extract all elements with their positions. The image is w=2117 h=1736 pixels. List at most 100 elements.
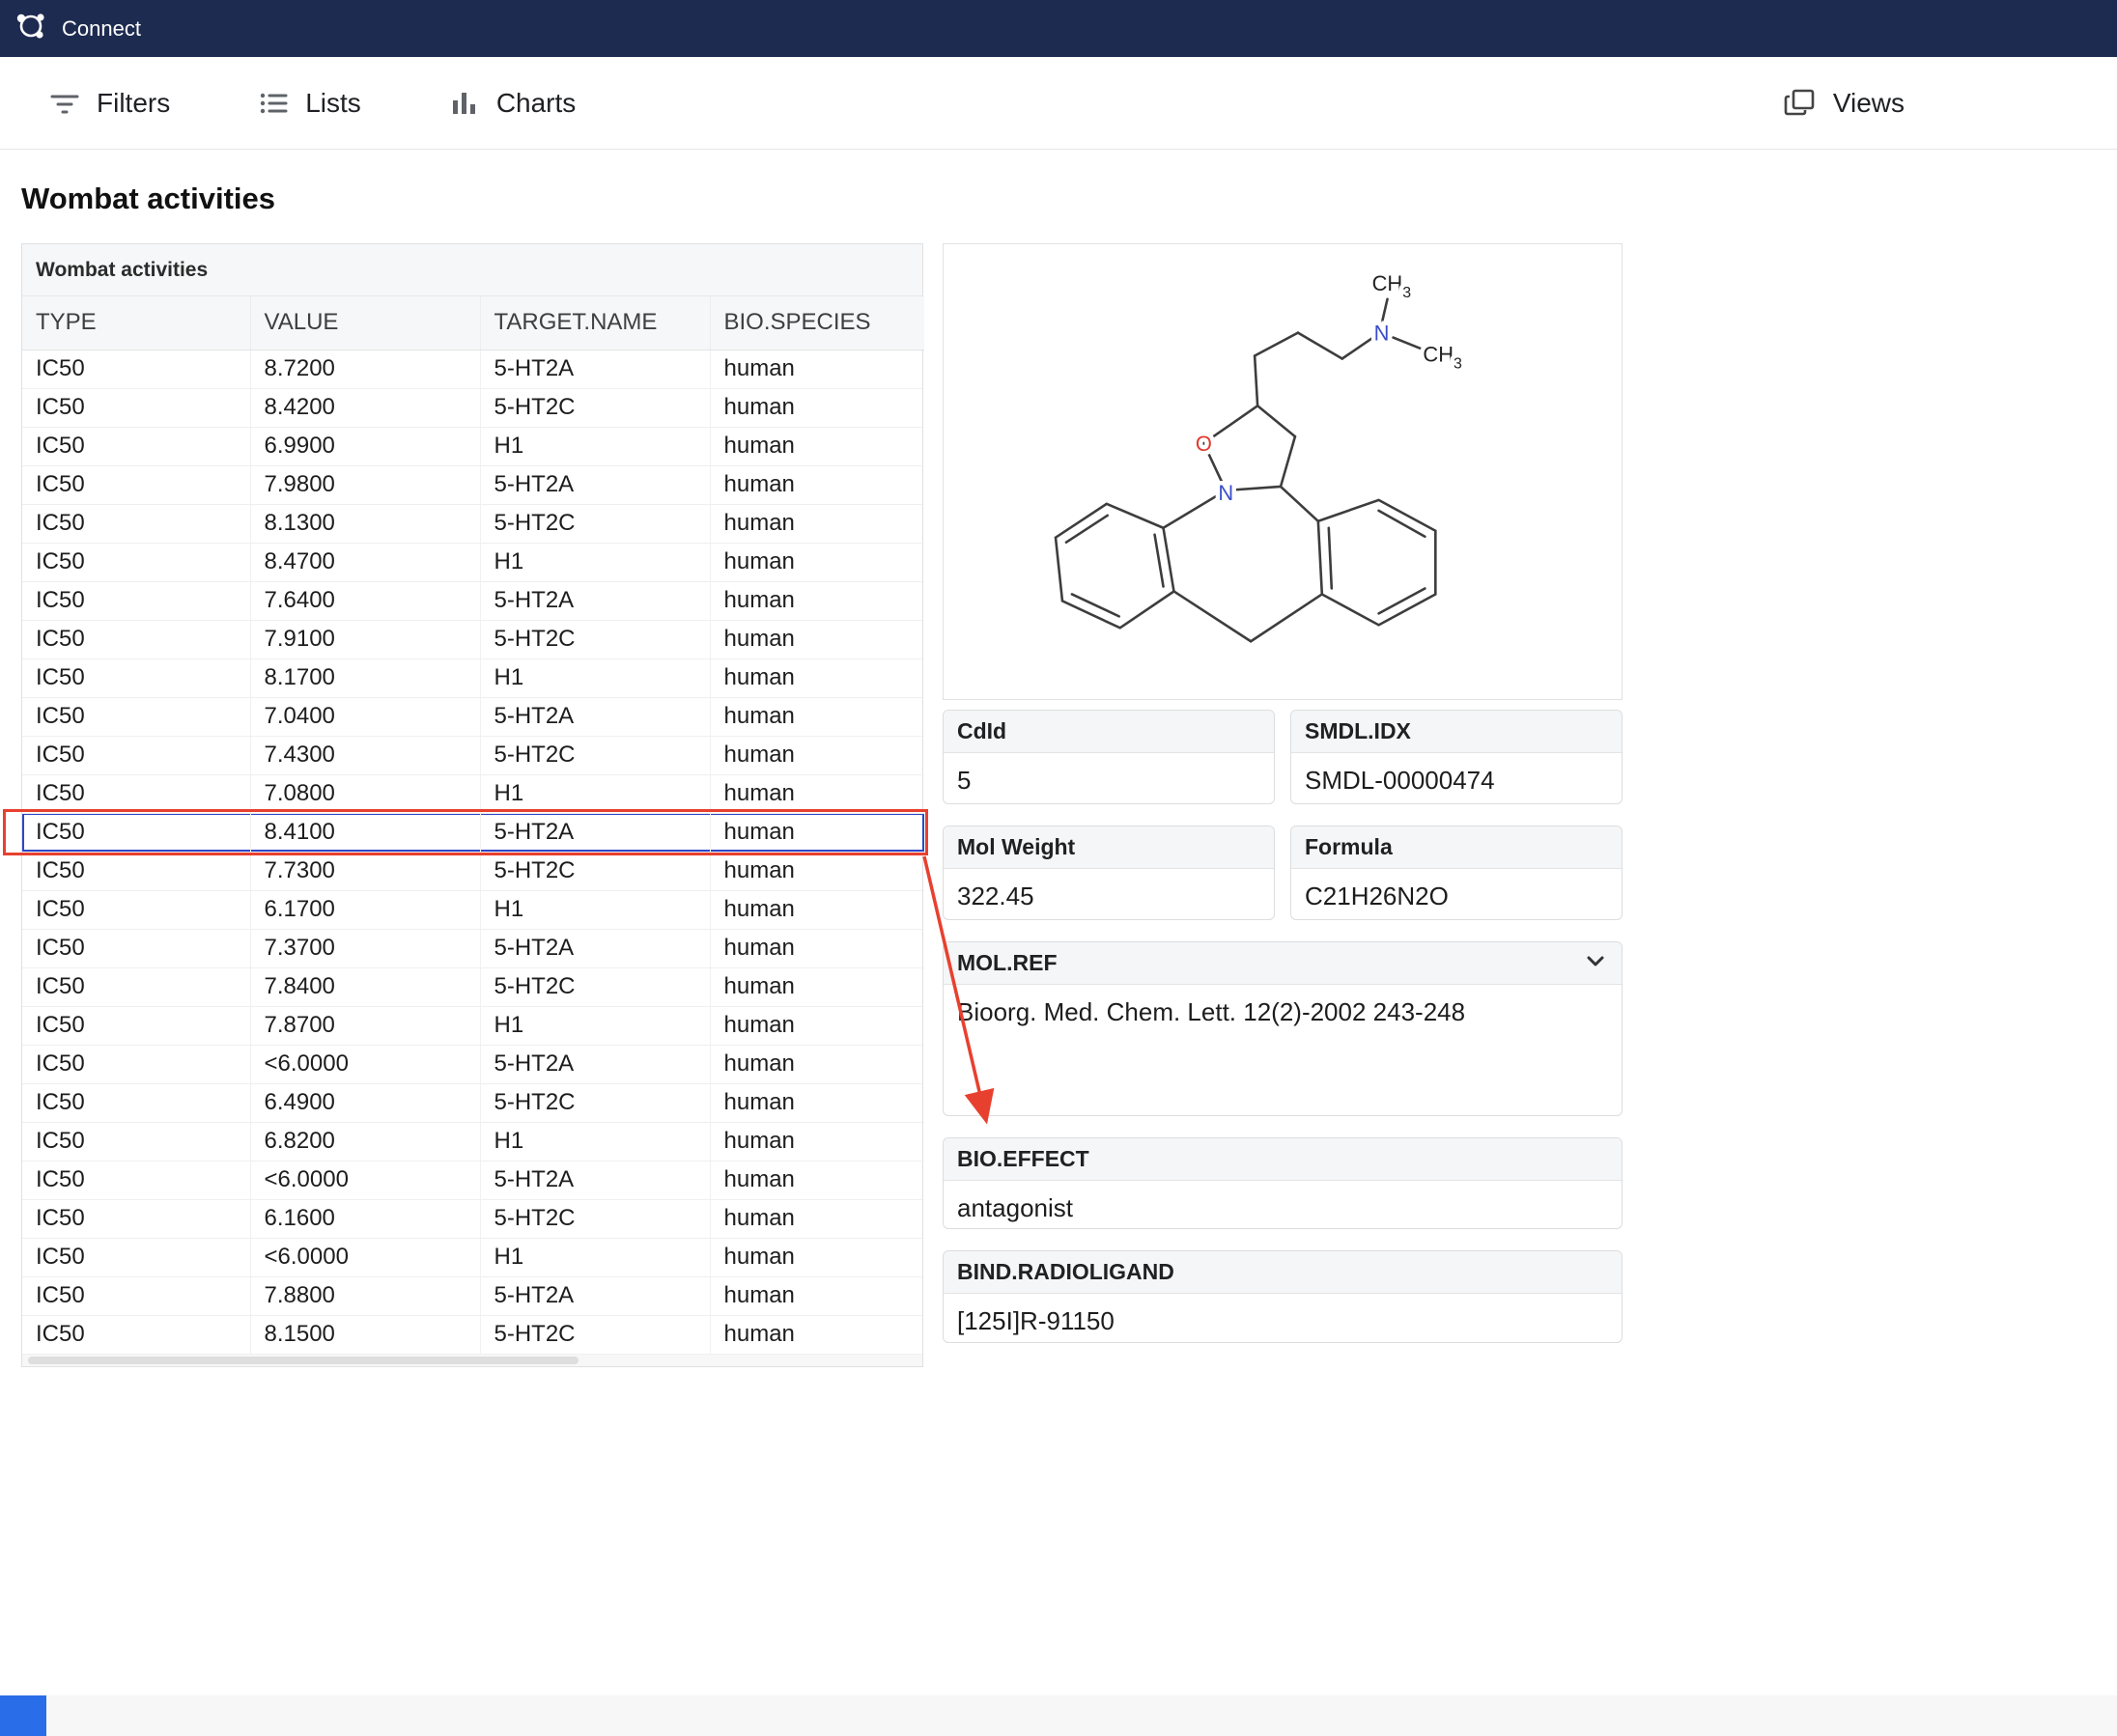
table-row[interactable]: IC50 8.4700 H1 human <box>22 543 924 582</box>
table-row[interactable]: IC50 8.1300 5-HT2C human <box>22 504 924 544</box>
column-header-bio-species[interactable]: BIO.SPECIES <box>710 296 924 350</box>
table-row[interactable]: IC50 6.8200 H1 human <box>22 1122 924 1162</box>
table-row[interactable]: IC50 6.1600 5-HT2C human <box>22 1199 924 1239</box>
table-cell: 6.1600 <box>250 1199 481 1239</box>
table-cell: IC50 <box>22 427 251 466</box>
table-cell: 5-HT2C <box>480 620 711 659</box>
column-header-type[interactable]: TYPE <box>22 296 251 350</box>
table-row[interactable]: IC50 7.9100 5-HT2C human <box>22 620 924 659</box>
compound-details-panel: O N N CH3 CH3 CdId 5 SMDL.IDX SMDL-00000… <box>943 243 1623 1343</box>
table-row[interactable]: IC50 7.8400 5-HT2C human <box>22 967 924 1007</box>
table-cell: IC50 <box>22 658 251 698</box>
column-header-value[interactable]: VALUE <box>250 296 481 350</box>
table-row[interactable]: IC50 7.4300 5-HT2C human <box>22 736 924 775</box>
table-cell: human <box>710 427 924 466</box>
table-cell: IC50 <box>22 620 251 659</box>
table-cell: 5-HT2C <box>480 1083 711 1123</box>
toolbar-right-group: Views <box>1783 86 1905 121</box>
table-cell: 5-HT2A <box>480 929 711 968</box>
table-row[interactable]: IC50 7.3700 5-HT2A human <box>22 929 924 968</box>
table-row[interactable]: IC50 7.8700 H1 human <box>22 1006 924 1046</box>
mol-weight-label: Mol Weight <box>957 834 1076 859</box>
table-row[interactable]: IC50 8.4100 5-HT2A human <box>22 813 924 853</box>
table-cell: IC50 <box>22 1238 251 1277</box>
table-cell: IC50 <box>22 350 251 389</box>
table-cell: 5-HT2A <box>480 1161 711 1200</box>
table-cell: IC50 <box>22 774 251 814</box>
views-button[interactable]: Views <box>1783 86 1905 121</box>
table-row[interactable]: IC50 7.9800 5-HT2A human <box>22 465 924 505</box>
table-cell: IC50 <box>22 543 251 582</box>
table-row[interactable]: IC50 7.8800 5-HT2A human <box>22 1276 924 1316</box>
table-cell: IC50 <box>22 813 251 853</box>
mol-weight-value: 322.45 <box>957 882 1034 910</box>
field-smdl-idx: SMDL.IDX SMDL-00000474 <box>1290 710 1623 804</box>
table-row[interactable]: IC50 8.4200 5-HT2C human <box>22 388 924 428</box>
table-cell: IC50 <box>22 1045 251 1084</box>
horizontal-scrollbar[interactable] <box>22 1354 922 1366</box>
table-cell: human <box>710 929 924 968</box>
field-mol-weight: Mol Weight 322.45 <box>943 826 1275 920</box>
bio-effect-label: BIO.EFFECT <box>957 1146 1089 1171</box>
table-cell: 7.3700 <box>250 929 481 968</box>
table-cell: human <box>710 1238 924 1277</box>
main-content: Wombat activities TYPE VALUE TARGET.NAME BI… <box>0 243 2117 1367</box>
table-row[interactable]: IC50 7.7300 5-HT2C human <box>22 852 924 891</box>
field-formula: Formula C21H26N2O <box>1290 826 1623 920</box>
table-cell: IC50 <box>22 465 251 505</box>
table-cell: 5-HT2A <box>480 1276 711 1316</box>
table-cell: 8.4100 <box>250 813 481 853</box>
table-cell: human <box>710 967 924 1007</box>
table-row[interactable]: IC50 7.6400 5-HT2A human <box>22 581 924 621</box>
table-row[interactable]: IC50 8.7200 5-HT2A human <box>22 350 924 389</box>
toolbar: Filters Lists Charts Views <box>0 57 2117 150</box>
mol-ref-expand-button[interactable] <box>1583 949 1608 977</box>
table-cell: 6.8200 <box>250 1122 481 1162</box>
table-row[interactable]: IC50 7.0800 H1 human <box>22 774 924 814</box>
table-row[interactable]: IC50 <6.0000 5-HT2A human <box>22 1161 924 1200</box>
table-cell: 6.9900 <box>250 427 481 466</box>
table-cell: human <box>710 813 924 853</box>
table-cell: IC50 <box>22 967 251 1007</box>
filter-icon <box>48 87 81 120</box>
column-header-target-name[interactable]: TARGET.NAME <box>480 296 711 350</box>
field-cdid: CdId 5 <box>943 710 1275 804</box>
footer-accent-square <box>0 1695 46 1736</box>
table-cell: 5-HT2A <box>480 465 711 505</box>
table-cell: 7.8800 <box>250 1276 481 1316</box>
table-row[interactable]: IC50 7.0400 5-HT2A human <box>22 697 924 737</box>
table-row[interactable]: IC50 6.9900 H1 human <box>22 427 924 466</box>
filters-button[interactable]: Filters <box>48 87 170 120</box>
table-cell: <6.0000 <box>250 1045 481 1084</box>
table-cell: 5-HT2A <box>480 581 711 621</box>
table-cell: IC50 <box>22 1276 251 1316</box>
table-cell: 7.6400 <box>250 581 481 621</box>
table-cell: human <box>710 1045 924 1084</box>
table-row[interactable]: IC50 <6.0000 H1 human <box>22 1238 924 1277</box>
charts-button[interactable]: Charts <box>448 87 576 120</box>
table-cell: 5-HT2A <box>480 350 711 389</box>
table-cell: 7.7300 <box>250 852 481 891</box>
lists-button[interactable]: Lists <box>257 87 361 120</box>
table-cell: 7.9800 <box>250 465 481 505</box>
charts-label: Charts <box>495 87 577 118</box>
views-label: Views <box>1832 87 1905 118</box>
table-cell: IC50 <box>22 1083 251 1123</box>
table-row[interactable]: IC50 8.1500 5-HT2C human <box>22 1315 924 1355</box>
table-row[interactable]: IC50 6.1700 H1 human <box>22 890 924 930</box>
horizontal-scrollbar-thumb[interactable] <box>28 1356 579 1364</box>
activities-table-panel: Wombat activities TYPE VALUE TARGET.NAME BI… <box>21 243 924 1367</box>
table-cell: human <box>710 465 924 505</box>
table-row[interactable]: IC50 8.1700 H1 human <box>22 658 924 698</box>
table-cell: 8.7200 <box>250 350 481 389</box>
app-window: Connect Filters Lists Charts Views Womba… <box>0 0 2117 1736</box>
table-cell: human <box>710 504 924 544</box>
connect-logo-icon <box>14 9 48 48</box>
table-cell: H1 <box>480 427 711 466</box>
field-mol-ref: MOL.REF Bioorg. Med. Chem. Lett. 12(2)-2… <box>943 941 1623 1116</box>
table-cell: IC50 <box>22 1122 251 1162</box>
table-row[interactable]: IC50 6.4900 5-HT2C human <box>22 1083 924 1123</box>
table-cell: human <box>710 581 924 621</box>
table-cell: 7.4300 <box>250 736 481 775</box>
table-row[interactable]: IC50 <6.0000 5-HT2A human <box>22 1045 924 1084</box>
